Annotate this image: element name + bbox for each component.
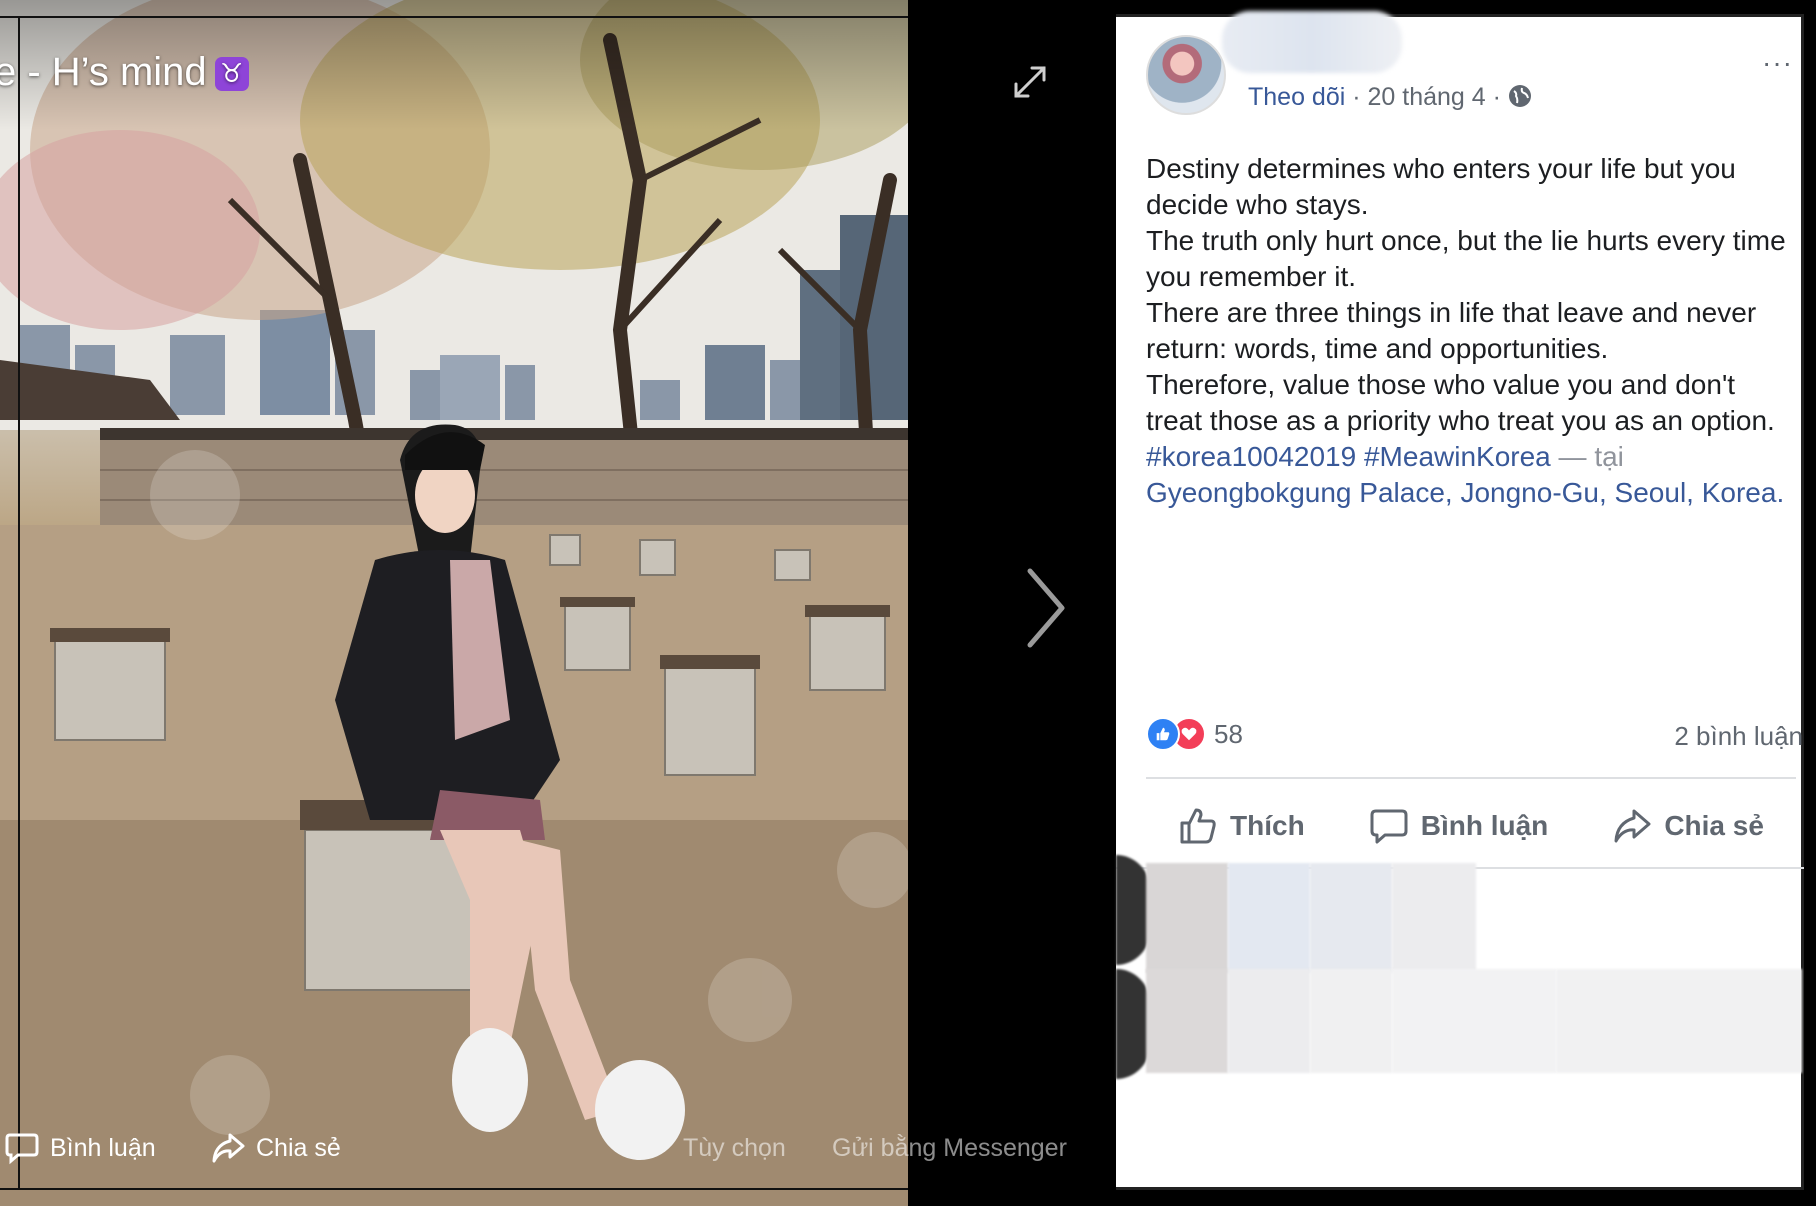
more-options-icon[interactable]: ···: [1762, 47, 1793, 79]
comment-blurred: [1146, 969, 1228, 1073]
comment-blurred: [1228, 863, 1310, 973]
comment-avatar-blurred: [1116, 855, 1150, 965]
comment-blurred: [1392, 969, 1556, 1073]
place-link[interactable]: Gyeongbokgung Palace, Jongno-Gu, Seoul, …: [1146, 477, 1784, 508]
globe-icon: [1508, 84, 1532, 108]
viewer-messenger-label: Gửi bằng Messenger: [832, 1133, 1067, 1162]
viewer-comment-label: Bình luận: [50, 1133, 156, 1162]
viewer-action-bar: Bình luận Chia sẻ Tùy chọn Gửi bằng Mess…: [0, 1120, 1116, 1176]
post-meta: Theo dõi · 20 tháng 4 ·: [1248, 83, 1532, 112]
comment-blurred: [1310, 863, 1392, 973]
expand-icon[interactable]: [1010, 62, 1050, 102]
viewer-share-label: Chia sẻ: [256, 1133, 341, 1162]
thumbs-up-icon: [1180, 808, 1216, 844]
album-title[interactable]: e - H’s mind ♉: [0, 50, 249, 95]
reaction-count: 58: [1214, 718, 1243, 749]
comment-count-link[interactable]: 2 bình luận: [1674, 721, 1803, 752]
viewer-options-button[interactable]: Tùy chọn: [683, 1134, 786, 1163]
post-date[interactable]: 20 tháng 4: [1368, 83, 1486, 111]
comment-label: Bình luận: [1420, 810, 1549, 841]
hashtag-link[interactable]: #korea10042019: [1146, 441, 1356, 472]
chevron-right-icon[interactable]: [1022, 565, 1070, 651]
post-body: Destiny determines who enters your life …: [1146, 151, 1796, 511]
share-icon: [212, 1133, 245, 1163]
like-reaction-icon: [1146, 717, 1180, 751]
comment-button[interactable]: Bình luận: [1369, 806, 1549, 846]
photo-scene: [0, 0, 908, 1206]
avatar[interactable]: [1146, 35, 1226, 115]
viewer-messenger-button[interactable]: Gửi bằng Messenger: [832, 1134, 1067, 1163]
taurus-icon: ♉: [214, 57, 249, 92]
comment-icon: [1370, 809, 1408, 844]
meta-separator-2: ·: [1485, 83, 1508, 111]
comment-icon: [5, 1133, 39, 1165]
divider: [1146, 777, 1796, 779]
comment-avatar-blurred: [1116, 969, 1150, 1079]
like-label: Thích: [1230, 810, 1305, 841]
post-line: Destiny determines who enters your life …: [1146, 153, 1736, 220]
share-icon: [1614, 809, 1651, 843]
comment-blurred: [1392, 863, 1476, 973]
meta-separator: ·: [1345, 83, 1368, 111]
hashtag-link[interactable]: #MeawinKorea: [1364, 441, 1551, 472]
post-panel: Theo dõi · 20 tháng 4 · ··· Destiny dete…: [1116, 11, 1804, 1190]
viewer-options-label: Tùy chọn: [683, 1133, 786, 1162]
post-line: The truth only hurt once, but the lie hu…: [1146, 225, 1786, 292]
post-line: Therefore, value those who value you and…: [1146, 369, 1775, 436]
author-name-blurred: [1222, 11, 1402, 73]
reactions-summary[interactable]: 58: [1146, 717, 1243, 751]
share-button[interactable]: Chia sẻ: [1612, 806, 1764, 846]
post-tags-line: #korea10042019 #MeawinKorea — tại Gyeong…: [1146, 439, 1796, 511]
like-button[interactable]: Thích: [1178, 806, 1305, 846]
follow-link[interactable]: Theo dõi: [1248, 83, 1345, 111]
comment-blurred: [1556, 969, 1802, 1073]
photo-viewer: e - H’s mind ♉ Bình luận Chia sẻ Tùy chọn…: [0, 0, 1116, 1206]
comment-blurred: [1228, 969, 1310, 1073]
viewer-comment-button[interactable]: Bình luận: [4, 1130, 156, 1166]
album-title-text: e - H’s mind: [0, 50, 207, 94]
at-label: — tại: [1558, 441, 1624, 472]
comment-blurred: [1310, 969, 1392, 1073]
share-label: Chia sẻ: [1664, 810, 1764, 841]
post-photo[interactable]: [0, 0, 908, 1206]
viewer-share-button[interactable]: Chia sẻ: [210, 1130, 341, 1166]
comment-blurred: [1146, 863, 1228, 973]
post-line: There are three things in life that leav…: [1146, 297, 1757, 364]
post-actions: Thích Bình luận Chia sẻ: [1146, 781, 1796, 871]
